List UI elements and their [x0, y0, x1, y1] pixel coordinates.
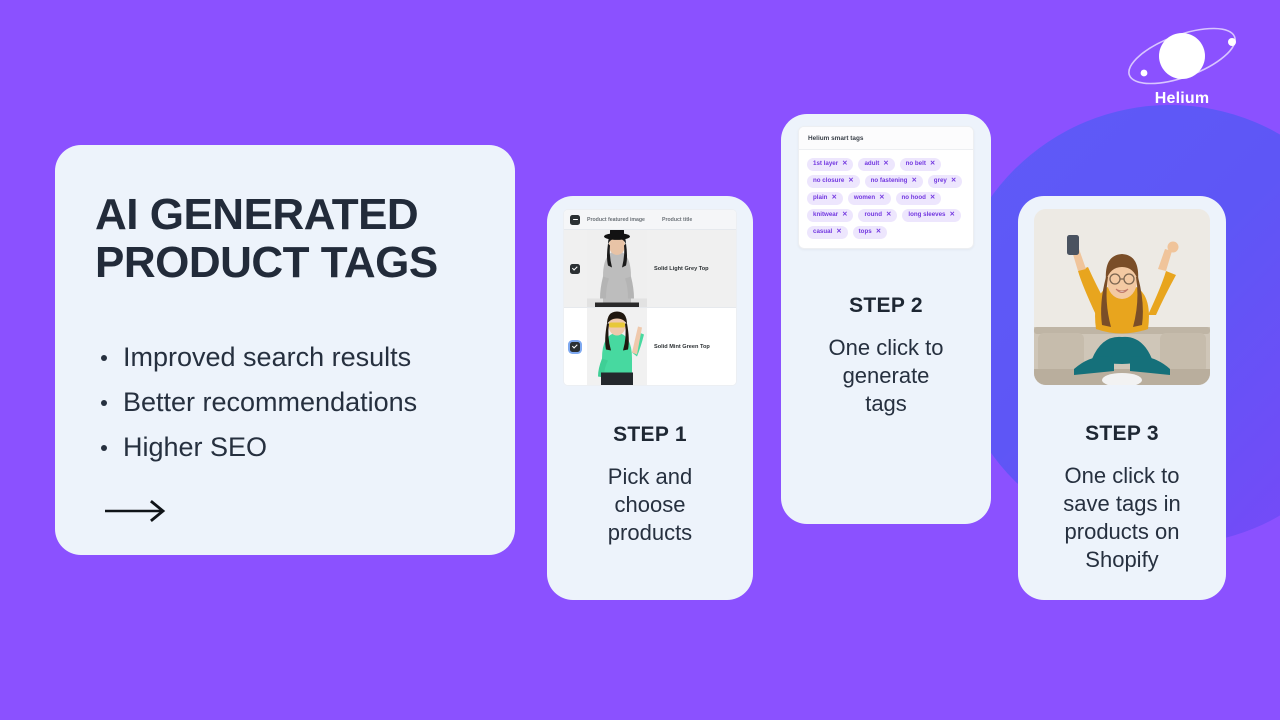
tag-label: grey — [933, 177, 947, 185]
tag-label: no hood — [901, 194, 926, 202]
tag-label: no closure — [813, 177, 845, 185]
tag-label: women — [853, 194, 876, 202]
step-card-1: Product featured image Product title Sol… — [547, 196, 753, 600]
product-title: Solid Mint Green Top — [654, 343, 710, 350]
step-description: One click to generate tags — [828, 334, 944, 416]
step-card-3: STEP 3 One click to save tags in product… — [1018, 196, 1226, 600]
step-label: STEP 1 — [613, 423, 687, 446]
list-item: Higher SEO — [95, 425, 475, 470]
tag-label: casual — [813, 228, 833, 236]
tag-list: 1st layer ✕ adult ✕ no belt ✕ no closure ✕ n… — [799, 150, 973, 248]
planet-orbit-icon — [1116, 18, 1248, 94]
column-header-title: Product title — [662, 216, 693, 223]
tag-label: no fastening — [870, 177, 908, 185]
table-header-row: Product featured image Product title — [564, 210, 736, 230]
close-x-icon[interactable]: ✕ — [951, 177, 956, 184]
close-x-icon[interactable]: ✕ — [879, 194, 884, 201]
tag-chip[interactable]: 1st layer ✕ — [807, 158, 854, 171]
tag-chip[interactable]: no belt ✕ — [899, 158, 942, 171]
row-checkbox[interactable] — [570, 263, 580, 274]
close-x-icon[interactable]: ✕ — [883, 160, 888, 167]
close-x-icon[interactable]: ✕ — [930, 194, 935, 201]
tag-label: plain — [813, 194, 828, 202]
product-thumbnail — [587, 308, 647, 385]
page-title: AI GENERATED PRODUCT TAGS — [95, 190, 438, 287]
product-thumbnail — [587, 230, 647, 307]
close-x-icon[interactable]: ✕ — [911, 177, 916, 184]
step-label: STEP 3 — [1085, 422, 1159, 445]
tag-chip[interactable]: plain ✕ — [807, 191, 843, 205]
list-item: Better recommendations — [95, 380, 475, 425]
tag-chip[interactable]: round ✕ — [858, 208, 898, 222]
step-description: Pick and choose products — [607, 464, 693, 545]
step-label: STEP 2 — [849, 293, 923, 317]
tag-chip[interactable]: adult ✕ — [858, 158, 895, 171]
celebration-photo — [1034, 209, 1210, 385]
product-table-mock: Product featured image Product title Sol… — [563, 209, 737, 386]
close-x-icon[interactable]: ✕ — [842, 211, 847, 218]
tag-chip[interactable]: long sleeves ✕ — [902, 208, 961, 222]
smart-tags-panel: Helium smart tags 1st layer ✕ adult ✕ no b… — [798, 126, 974, 249]
benefits-list: Improved search results Better recommend… — [95, 335, 475, 470]
close-x-icon[interactable]: ✕ — [842, 160, 847, 167]
tag-label: long sleeves — [908, 211, 946, 219]
step-description: One click to save tags in products on Sh… — [1063, 463, 1181, 572]
close-x-icon[interactable]: ✕ — [876, 228, 881, 235]
table-row[interactable]: Solid Light Grey Top — [564, 230, 736, 308]
arrow-right-icon[interactable] — [95, 500, 475, 527]
tag-chip[interactable]: grey ✕ — [927, 174, 963, 188]
tag-label: tops — [858, 228, 872, 236]
select-all-checkbox[interactable] — [570, 214, 580, 225]
tag-label: adult — [864, 160, 880, 168]
tag-chip[interactable]: women ✕ — [847, 191, 891, 205]
tag-chip[interactable]: tops ✕ — [852, 225, 888, 239]
close-x-icon[interactable]: ✕ — [886, 211, 891, 218]
list-item: Improved search results — [95, 335, 475, 380]
panel-title: Helium smart tags — [799, 127, 973, 150]
step-card-2: Helium smart tags 1st layer ✕ adult ✕ no b… — [781, 114, 991, 524]
close-x-icon[interactable]: ✕ — [848, 177, 853, 184]
tag-label: round — [864, 211, 882, 219]
tag-chip[interactable]: no fastening ✕ — [864, 174, 923, 188]
brand-logo: Helium — [1116, 18, 1248, 108]
product-title: Solid Light Grey Top — [654, 265, 709, 272]
table-row[interactable]: Solid Mint Green Top — [564, 308, 736, 385]
tag-chip[interactable]: knitwear ✕ — [807, 208, 854, 222]
tag-label: no belt — [905, 160, 926, 168]
close-x-icon[interactable]: ✕ — [836, 228, 841, 235]
tag-label: knitwear — [813, 211, 839, 219]
info-card: AI GENERATED PRODUCT TAGS Improved searc… — [55, 145, 515, 555]
tag-chip[interactable]: no hood ✕ — [895, 191, 942, 205]
close-x-icon[interactable]: ✕ — [930, 160, 935, 167]
tag-chip[interactable]: casual ✕ — [807, 225, 848, 239]
tag-chip[interactable]: no closure ✕ — [807, 174, 860, 188]
tag-label: 1st layer — [813, 160, 839, 168]
column-header-image: Product featured image — [587, 216, 645, 223]
close-x-icon[interactable]: ✕ — [831, 194, 836, 201]
close-x-icon[interactable]: ✕ — [950, 211, 955, 218]
row-checkbox[interactable] — [570, 341, 580, 352]
